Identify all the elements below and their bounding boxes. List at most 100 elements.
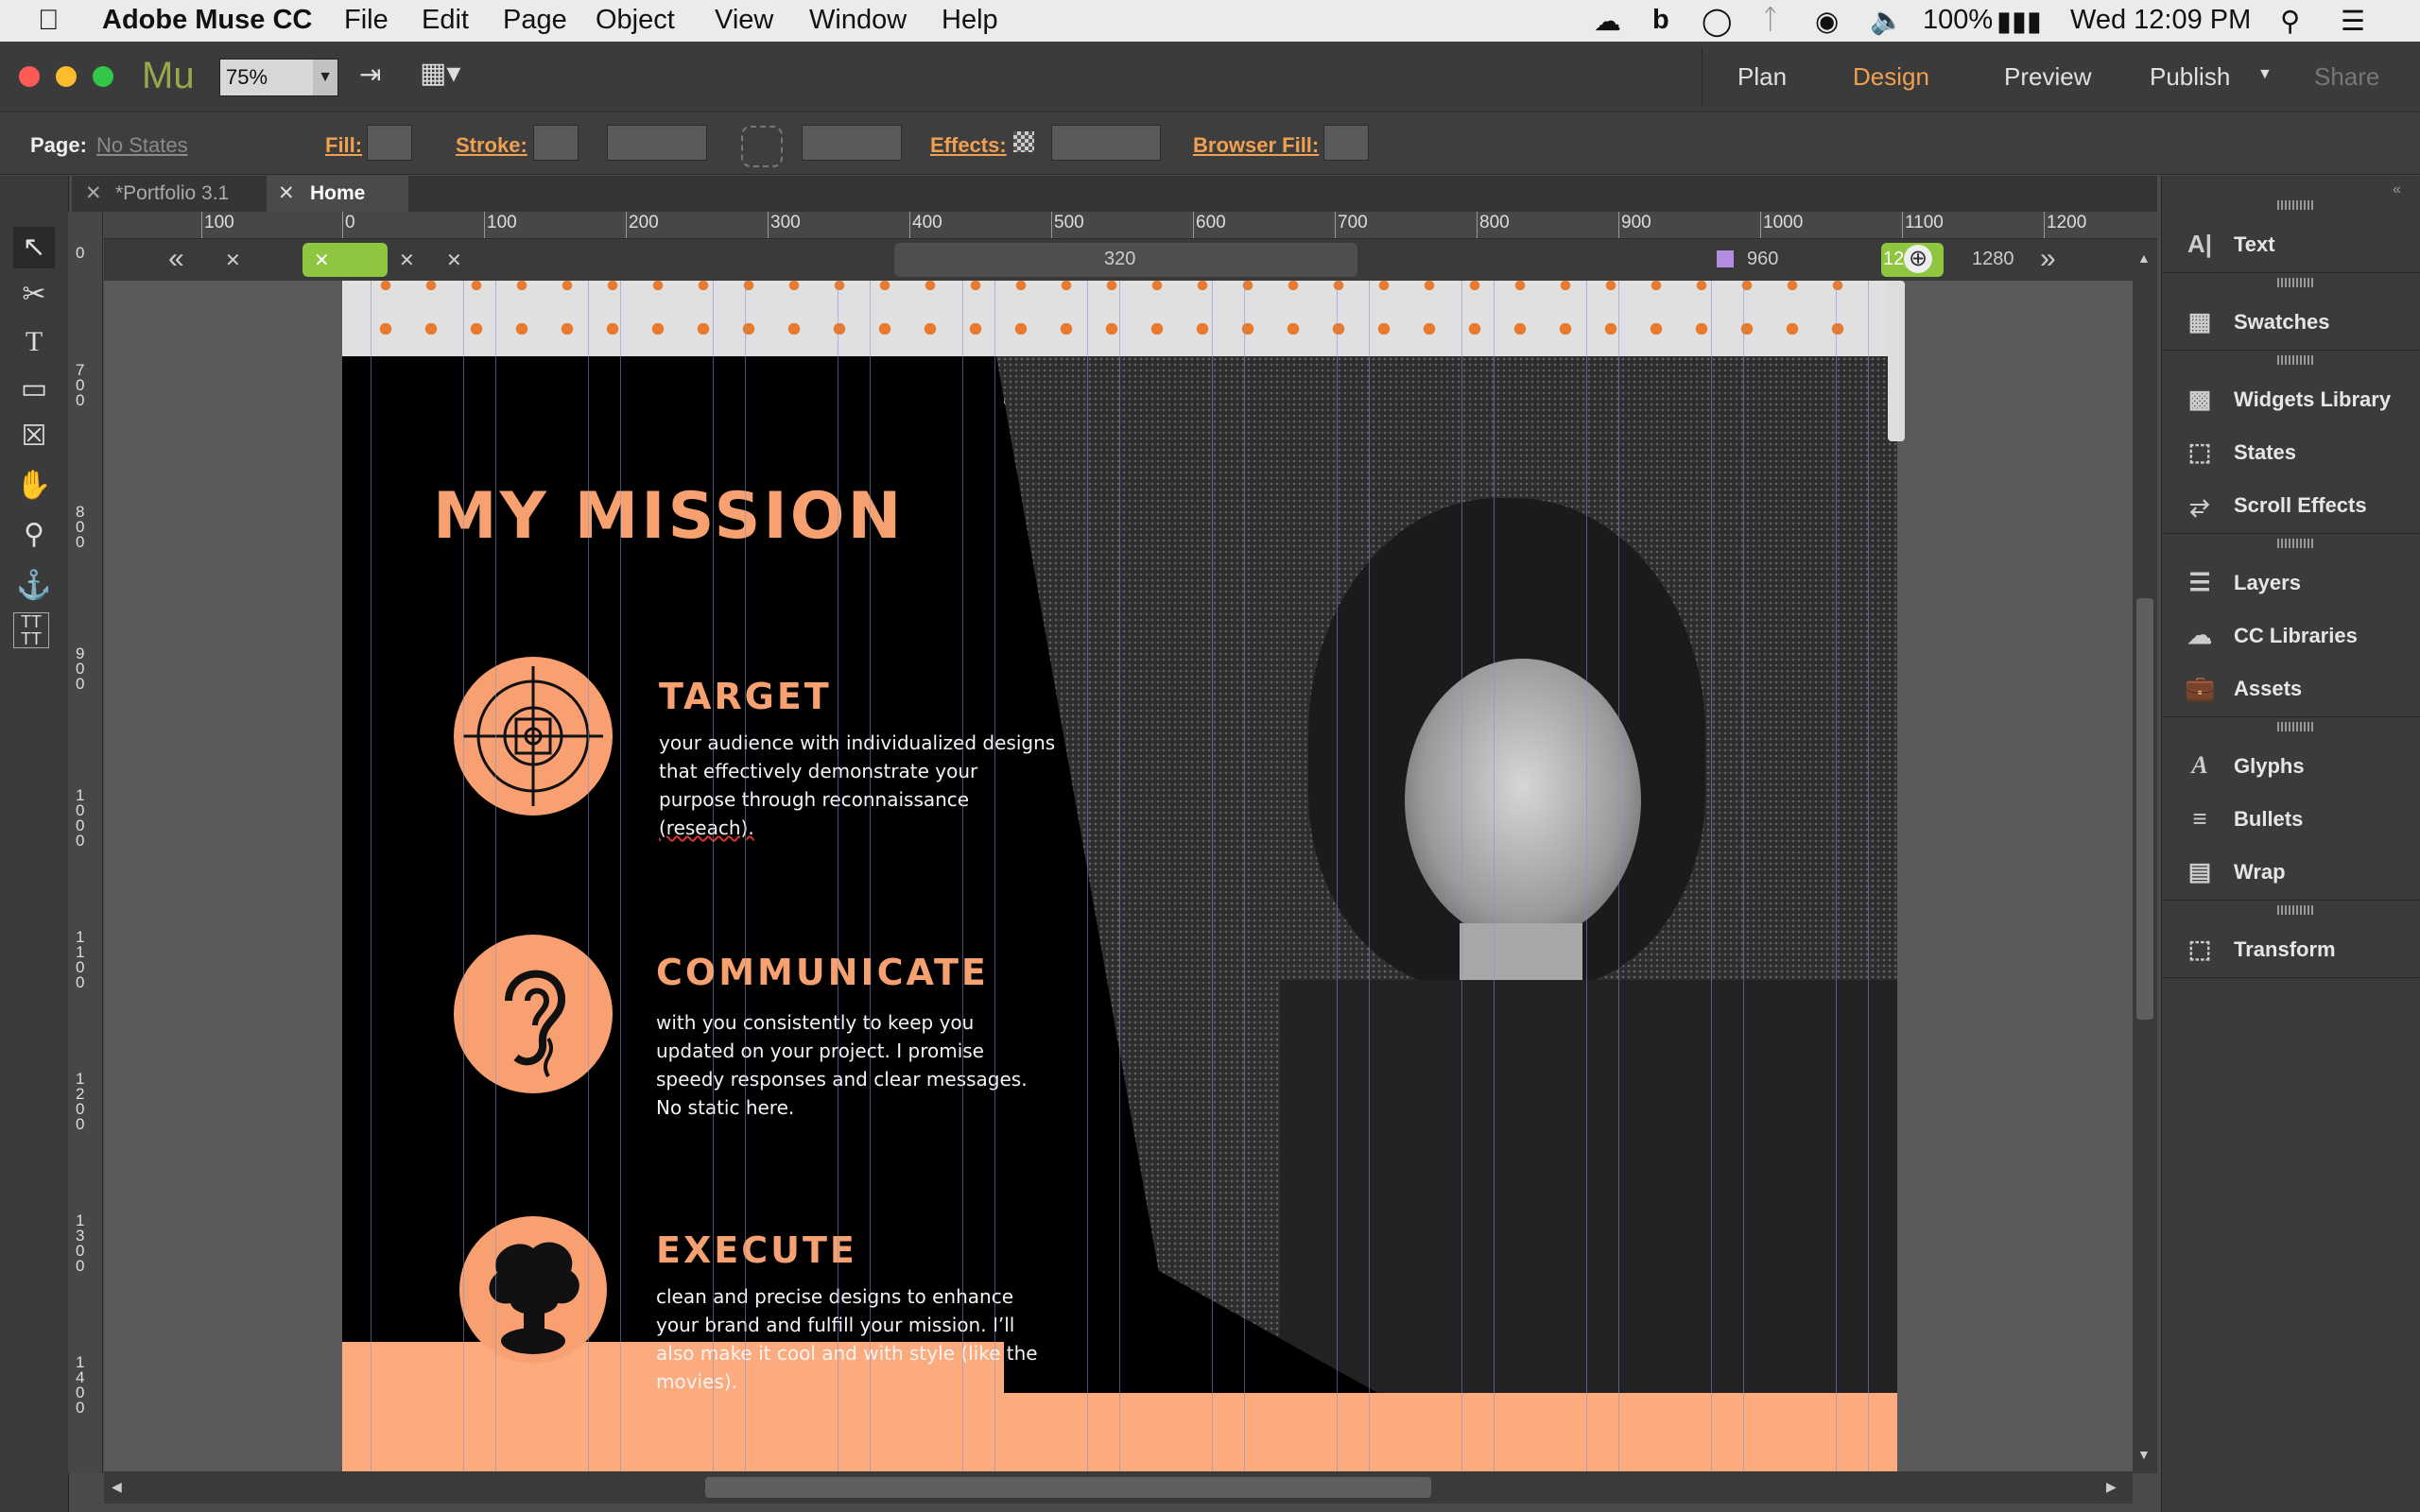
chevron-left-double-icon[interactable]: « (168, 243, 184, 275)
vertical-scrollbar[interactable]: ▲ ▼ (2133, 239, 2157, 1473)
breakpoint-remove-icon[interactable]: ✕ (399, 249, 415, 272)
battery-icon[interactable]: ▮▮▮ (1996, 5, 2042, 38)
execute-heading[interactable]: EXECUTE (656, 1229, 857, 1271)
panel-glyphs[interactable]: A Glyphs (2162, 739, 2420, 792)
scroll-left-icon[interactable]: ◀ (112, 1479, 122, 1495)
panel-grip[interactable] (2277, 278, 2315, 287)
mode-publish[interactable]: Publish (2150, 62, 2230, 92)
place-icon[interactable]: ⇥ (359, 59, 381, 90)
chevron-down-icon[interactable]: ▼ (313, 60, 337, 95)
panel-assets[interactable]: 💼 Assets (2162, 662, 2420, 714)
panel-scroll-effects[interactable]: ⥂ Scroll Effects (2162, 478, 2420, 531)
page-height-handle[interactable] (1888, 281, 1905, 441)
corner-radius-field[interactable] (802, 125, 902, 161)
effects-label[interactable]: Effects: (930, 133, 1007, 158)
menu-edit[interactable]: Edit (422, 5, 469, 36)
publish-chevron-icon[interactable]: ▼ (2257, 66, 2273, 83)
menu-view[interactable]: View (715, 5, 773, 36)
mode-preview[interactable]: Preview (2004, 62, 2091, 92)
tab-home[interactable]: Home (310, 176, 365, 212)
bluetooth-icon[interactable]: ᛏ (1762, 5, 1778, 36)
menu-object[interactable]: Object (596, 5, 675, 36)
creative-cloud-icon[interactable]: ☁ (1594, 5, 1621, 38)
close-window-button[interactable] (19, 66, 40, 87)
menu-file[interactable]: File (344, 5, 389, 36)
tab-close-icon[interactable]: ✕ (85, 176, 102, 212)
menu-help[interactable]: Help (942, 5, 998, 36)
menu-page[interactable]: Page (503, 5, 567, 36)
panel-cc-libraries[interactable]: ☁ CC Libraries (2162, 609, 2420, 662)
volume-icon[interactable]: 🔈 (1870, 5, 1904, 37)
chevron-right-double-icon[interactable]: » (2040, 243, 2056, 275)
target-text[interactable]: your audience with individualized design… (659, 729, 1055, 842)
hand-tool-icon[interactable]: ✋ (13, 465, 55, 507)
zoom-select[interactable]: 75% ▼ (219, 59, 338, 96)
panel-bullets[interactable]: ≡ Bullets (2162, 792, 2420, 845)
panel-swatches[interactable]: ▦ Swatches (2162, 295, 2420, 348)
portrait-photo[interactable] (996, 356, 1897, 1471)
text-tool-icon[interactable]: T (13, 321, 55, 363)
scroll-right-icon[interactable]: ▶ (2106, 1479, 2117, 1495)
tab-portfolio[interactable]: *Portfolio 3.1 (115, 176, 229, 212)
panel-grip[interactable] (2277, 539, 2315, 548)
scroll-down-icon[interactable]: ▼ (2137, 1447, 2151, 1462)
breakpoint-remove-icon[interactable]: ✕ (225, 249, 241, 272)
selection-tool-icon[interactable]: ↖ (13, 227, 55, 268)
stroke-swatch[interactable] (533, 125, 579, 161)
opacity-checker-icon[interactable] (1013, 131, 1034, 152)
communicate-heading[interactable]: COMMUNICATE (656, 952, 989, 993)
add-breakpoint-icon[interactable]: ⊕ (1904, 245, 1932, 273)
mode-design[interactable]: Design (1853, 62, 1929, 92)
text-frame-tool-icon[interactable]: TT TT (13, 612, 49, 648)
apple-icon[interactable]:  (38, 5, 60, 37)
browser-fill-swatch[interactable] (1323, 125, 1369, 161)
zoom-window-button[interactable] (93, 66, 113, 87)
panel-states[interactable]: ⬚ States (2162, 425, 2420, 478)
panel-grip[interactable] (2277, 722, 2315, 731)
horizontal-scroll-thumb[interactable] (705, 1477, 1431, 1498)
anchor-tool-icon[interactable]: ⚓ (13, 565, 55, 607)
wifi-icon[interactable]: ◉ (1815, 5, 1839, 38)
page-state-value[interactable]: No States (96, 133, 188, 158)
clock[interactable]: Wed 12:09 PM (2070, 5, 2251, 36)
vertical-scroll-thumb[interactable] (2136, 598, 2153, 1020)
page-view-icon[interactable]: ▦▾ (420, 57, 460, 90)
panel-transform[interactable]: ⬚ Transform (2162, 922, 2420, 975)
spotlight-search-icon[interactable]: ⚲ (2280, 5, 2300, 38)
crop-tool-icon[interactable]: ✂ (13, 274, 55, 316)
tab-close-icon[interactable]: ✕ (278, 176, 295, 212)
notification-center-icon[interactable]: ☰ (2341, 5, 2365, 38)
zoom-tool-icon[interactable]: ⚲ (13, 514, 55, 556)
page-artboard[interactable]: MY MISSION TARGET your audience with ind… (342, 281, 1897, 1471)
panel-wrap[interactable]: ▤ Wrap (2162, 845, 2420, 898)
communicate-text[interactable]: with you consistently to keep you update… (656, 1008, 1028, 1122)
fill-label[interactable]: Fill: (325, 133, 362, 158)
frame-tool-icon[interactable]: ☒ (13, 416, 55, 457)
panel-widgets-library[interactable]: ▩ Widgets Library (2162, 372, 2420, 425)
browser-fill-label[interactable]: Browser Fill: (1193, 133, 1319, 158)
panel-grip[interactable] (2277, 355, 2315, 365)
panel-layers[interactable]: ☰ Layers (2162, 556, 2420, 609)
menu-window[interactable]: Window (809, 5, 907, 36)
corner-radius-icon[interactable] (741, 126, 783, 167)
scroll-up-icon[interactable]: ▲ (2137, 250, 2151, 266)
panel-grip[interactable] (2277, 200, 2315, 210)
effects-field[interactable] (1051, 125, 1161, 161)
app-menu[interactable]: Adobe Muse CC (102, 5, 312, 36)
panel-text[interactable]: A| Text (2162, 217, 2420, 270)
mode-plan[interactable]: Plan (1737, 62, 1787, 92)
breakpoint-remove-icon[interactable]: ✕ (314, 249, 330, 272)
sync-icon[interactable]: ◯ (1702, 5, 1732, 38)
panel-grip[interactable] (2277, 905, 2315, 915)
stroke-label[interactable]: Stroke: (456, 133, 527, 158)
minimize-window-button[interactable] (56, 66, 77, 87)
fill-swatch[interactable] (367, 125, 412, 161)
rectangle-tool-icon[interactable]: ▭ (13, 369, 55, 410)
mode-share[interactable]: Share (2314, 62, 2379, 92)
breakpoint-marker-icon[interactable] (1717, 250, 1734, 267)
horizontal-scrollbar[interactable]: ◀ ▶ (104, 1471, 2133, 1503)
stroke-width-field[interactable] (607, 125, 707, 161)
behance-icon[interactable]: b (1652, 5, 1669, 36)
execute-circle[interactable] (459, 1216, 607, 1364)
breakpoint-remove-icon[interactable]: ✕ (446, 249, 462, 272)
